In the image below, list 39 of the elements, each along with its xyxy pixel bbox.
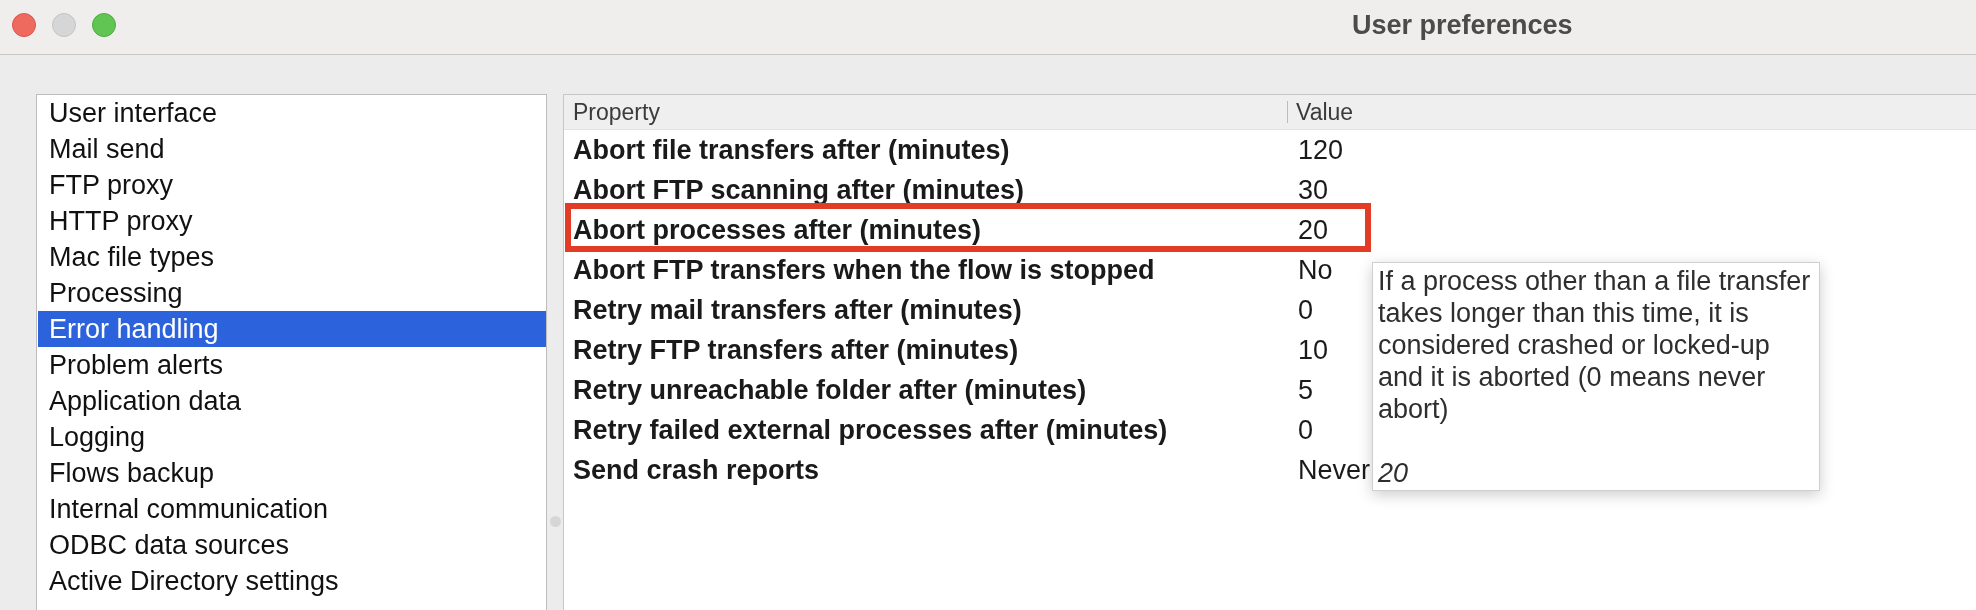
column-header[interactable]: Value bbox=[1287, 95, 1976, 129]
category-item[interactable]: ODBC data sources bbox=[38, 527, 546, 563]
property-value: 20 bbox=[1297, 214, 1329, 246]
window-title: User preferences bbox=[1352, 9, 1573, 41]
property-name: Abort FTP transfers when the flow is stopped bbox=[572, 254, 1155, 286]
category-item[interactable]: Active Directory settings bbox=[38, 563, 546, 599]
category-item[interactable]: Flows backup bbox=[38, 455, 546, 491]
property-name: Abort file transfers after (minutes) bbox=[572, 134, 1010, 166]
column-header[interactable]: Property bbox=[564, 95, 1287, 129]
category-item[interactable]: Mail send bbox=[38, 131, 546, 167]
property-name: Send crash reports bbox=[572, 454, 820, 486]
category-item[interactable]: HTTP proxy bbox=[38, 203, 546, 239]
property-name: Retry mail transfers after (minutes) bbox=[572, 294, 1022, 326]
category-item[interactable]: Processing bbox=[38, 275, 546, 311]
category-item[interactable]: FTP proxy bbox=[38, 167, 546, 203]
property-name: Abort processes after (minutes) bbox=[572, 214, 982, 246]
category-item[interactable]: Error handling bbox=[38, 311, 546, 347]
property-value: 0 bbox=[1297, 294, 1314, 326]
tooltip-description: If a process other than a file transfer takes longer than this time, it is considered crashed or locked-up and it is aborted (0 means never abort) bbox=[1378, 265, 1812, 425]
property-value: 10 bbox=[1297, 334, 1329, 366]
category-item[interactable]: Logging bbox=[38, 419, 546, 455]
tooltip-value: 20 bbox=[1378, 457, 1409, 489]
property-value: Never bbox=[1297, 454, 1371, 486]
zoom-button[interactable] bbox=[92, 13, 116, 37]
category-item[interactable]: User interface bbox=[38, 95, 546, 131]
close-button[interactable] bbox=[12, 13, 36, 37]
property-name: Retry unreachable folder after (minutes) bbox=[572, 374, 1087, 406]
property-name: Retry failed external processes after (minutes) bbox=[572, 414, 1168, 446]
category-item[interactable]: Problem alerts bbox=[38, 347, 546, 383]
property-value: 5 bbox=[1297, 374, 1314, 406]
category-item[interactable]: Mac file types bbox=[38, 239, 546, 275]
property-name: Retry FTP transfers after (minutes) bbox=[572, 334, 1019, 366]
category-item[interactable]: Application data bbox=[38, 383, 546, 419]
property-value: 30 bbox=[1297, 174, 1329, 206]
category-item[interactable]: Internal communication bbox=[38, 491, 546, 527]
property-name: Abort FTP scanning after (minutes) bbox=[572, 174, 1025, 206]
property-value: No bbox=[1297, 254, 1333, 286]
property-value: 120 bbox=[1297, 134, 1344, 166]
property-value: 0 bbox=[1297, 414, 1314, 446]
